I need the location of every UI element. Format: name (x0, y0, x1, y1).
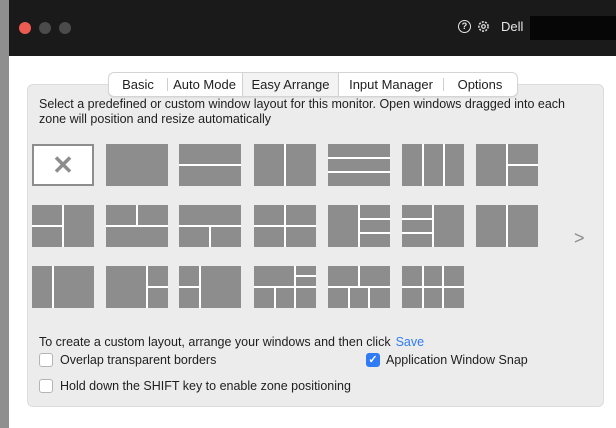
window-snap-label: Application Window Snap (386, 353, 528, 367)
layout-tile[interactable] (402, 144, 464, 186)
layout-none[interactable]: ✕ (32, 144, 94, 186)
tab-options[interactable]: Options (443, 73, 517, 96)
window-snap-checkbox[interactable]: ✓ (366, 353, 380, 367)
minimize-window-button[interactable] (39, 22, 51, 34)
description-text: Select a predefined or custom window lay… (39, 97, 565, 126)
layout-tile[interactable] (106, 205, 168, 247)
brand-label: Dell (501, 19, 524, 34)
overlap-borders-checkbox[interactable] (39, 353, 53, 367)
window-frame-edge (0, 0, 9, 428)
layout-tile[interactable] (402, 205, 464, 247)
layout-tile[interactable] (179, 144, 241, 186)
tab-easy-arrange[interactable]: Easy Arrange (242, 73, 339, 96)
tab-input-manager[interactable]: Input Manager (339, 73, 443, 96)
shift-key-label: Hold down the SHIFT key to enable zone p… (60, 379, 351, 393)
layout-tile[interactable] (32, 266, 94, 308)
layout-tile[interactable] (328, 266, 390, 308)
layout-tile[interactable] (476, 205, 538, 247)
layout-tile[interactable] (32, 205, 94, 247)
chevron-right-icon[interactable]: > (574, 228, 585, 249)
layout-tile[interactable] (328, 205, 390, 247)
close-window-button[interactable] (19, 22, 31, 34)
layout-tile[interactable] (254, 144, 316, 186)
custom-layout-text: To create a custom layout, arrange your … (39, 335, 391, 349)
gear-icon[interactable] (477, 20, 490, 33)
custom-layout-instructions: To create a custom layout, arrange your … (39, 335, 424, 349)
layout-tile[interactable] (179, 205, 241, 247)
title-bar: ? Dell (9, 0, 616, 56)
zoom-window-button[interactable] (59, 22, 71, 34)
layout-tile[interactable] (476, 144, 538, 186)
help-icon[interactable]: ? (458, 20, 471, 33)
layout-tile[interactable] (402, 266, 464, 308)
overlap-borders-label: Overlap transparent borders (60, 353, 217, 367)
layout-tile[interactable] (106, 144, 168, 186)
layout-tile[interactable] (179, 266, 241, 308)
save-link[interactable]: Save (396, 335, 425, 349)
close-icon: ✕ (52, 150, 74, 180)
shift-key-checkbox[interactable] (39, 379, 53, 393)
layout-tile[interactable] (254, 266, 316, 308)
layout-tile[interactable] (106, 266, 168, 308)
tab-auto-mode[interactable]: Auto Mode (167, 73, 242, 96)
layout-tile[interactable] (328, 144, 390, 186)
redacted-area (530, 16, 616, 40)
layout-tile[interactable] (254, 205, 316, 247)
tab-basic[interactable]: Basic (109, 73, 167, 96)
tab-bar: Basic Auto Mode Easy Arrange Input Manag… (108, 72, 518, 97)
